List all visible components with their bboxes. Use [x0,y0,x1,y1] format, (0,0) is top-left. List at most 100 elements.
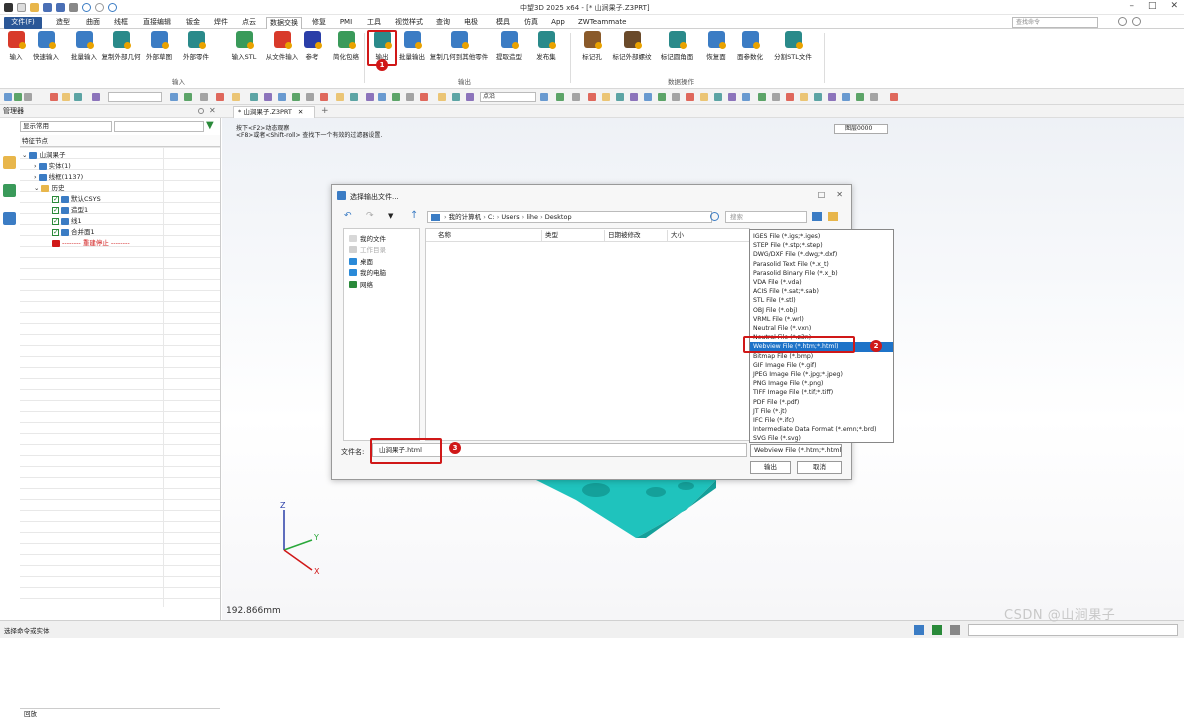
view-tab-icon[interactable] [3,212,16,225]
toolbar-icon-28[interactable] [540,93,548,101]
ribbon-button-9[interactable]: 简化包络 [331,31,361,61]
tree-node[interactable]: › 线框(1137) [34,172,83,183]
toolbar-icon-49[interactable] [842,93,850,101]
manager-tab-icon[interactable] [3,156,16,169]
expand-icon[interactable]: ⌄ [22,150,27,161]
ribbon-button-7[interactable]: 从文件输入 [266,31,298,61]
ribbon-button-16[interactable]: 标记外部螺纹 [613,31,652,61]
filetype-option[interactable]: PNG Image File (*.png) [753,379,823,388]
filetype-option[interactable]: PDF File (*.pdf) [753,398,799,407]
menu-tab-12[interactable]: 视觉样式 [392,17,426,29]
menu-tab-3[interactable]: 线框 [110,17,132,29]
save-all-icon[interactable] [56,3,65,12]
toolbar-icon-27[interactable] [466,93,474,101]
toolbar-icon-4[interactable] [62,93,70,101]
filetype-option[interactable]: VRML File (*.wrl) [753,315,804,324]
document-tab[interactable]: * 山涧果子.Z3PRT ✕ [233,106,315,118]
breadcrumb-item[interactable]: Users [501,213,519,221]
breadcrumb-item[interactable]: 我的计算机 [449,213,482,221]
save-icon[interactable] [43,3,52,12]
settings-icon[interactable] [1132,17,1141,26]
filetype-select[interactable]: Webview File (*.htm;*.html) [750,444,842,457]
menu-tab-1[interactable]: 造型 [52,17,74,29]
playback-section[interactable]: 回放 [20,708,220,719]
toolbar-icon-37[interactable] [672,93,680,101]
toolbar-icon-5[interactable] [74,93,82,101]
ribbon-button-6[interactable]: 输入STL [229,31,259,61]
output-button[interactable]: 输出 [750,461,791,474]
place-item[interactable]: 我的文件 [349,233,386,243]
breadcrumb-separator[interactable]: › [481,213,488,221]
status-icon-1[interactable] [914,625,924,635]
toolbar-icon-1[interactable] [14,93,22,101]
place-item[interactable]: 网络 [349,279,373,289]
forward-icon[interactable]: ↷ [366,211,374,221]
filetype-option[interactable]: TIFF Image File (*.tif;*.tiff) [753,388,833,397]
visibility-checkbox[interactable] [52,194,59,205]
expand-icon[interactable]: › [34,161,37,172]
menu-tab-16[interactable]: 仿真 [520,17,542,29]
toolbar-icon-30[interactable] [572,93,580,101]
menu-tab-10[interactable]: PMI [338,17,354,29]
back-icon[interactable]: ↶ [344,211,352,221]
up-icon[interactable]: ↑ [410,210,418,221]
ribbon-button-3[interactable]: 复制外部几何 [102,31,141,61]
toolbar-icon-35[interactable] [644,93,652,101]
toolbar-icon-24[interactable] [420,93,428,101]
toolbar-icon-12[interactable] [250,93,258,101]
filetype-option[interactable]: GIF Image File (*.gif) [753,361,817,370]
toolbar-icon-32[interactable] [602,93,610,101]
column-header[interactable]: 大小 [669,230,751,241]
filetype-option[interactable]: Neutral File (*.vxn) [753,324,811,333]
toolbar-icon-13[interactable] [264,93,272,101]
tree-node[interactable]: -------- 重建停止 -------- [52,238,130,249]
ribbon-button-20[interactable]: 分割STL文件 [774,31,812,61]
filetype-option[interactable]: OBJ File (*.obj) [753,306,798,315]
dialog-search-input[interactable]: 搜索 [725,211,807,223]
dialog-restore-icon[interactable]: □ [818,190,826,199]
search-command-input[interactable]: 查找命令 [1012,17,1098,28]
toolbar-icon-38[interactable] [686,93,694,101]
minimize-icon[interactable]: – [1129,1,1134,11]
toolbar-icon-51[interactable] [870,93,878,101]
print-icon[interactable] [69,3,78,12]
ribbon-button-12[interactable]: 复制几何到其他零件 [430,31,488,61]
history-dropdown-icon[interactable]: ▼ [388,212,393,220]
cancel-button[interactable]: 取消 [797,461,842,474]
tree-node[interactable]: 合并面1 [52,227,95,238]
toolbar-icon-52[interactable] [890,93,898,101]
status-icon-3[interactable] [950,625,960,635]
tree-node[interactable]: ⌄ 历史 [34,183,64,194]
toolbar-icon-22[interactable] [392,93,400,101]
filetype-option[interactable]: STL File (*.stl) [753,296,796,305]
menu-tab-18[interactable]: ZWTeammate [578,17,626,29]
close-icon[interactable]: ✕ [1170,1,1178,11]
new-file-icon[interactable] [17,3,26,12]
filter-text-input[interactable] [114,121,204,132]
help-icon[interactable] [1118,17,1127,26]
column-header[interactable]: 名称 [436,230,542,241]
toolbar-icon-42[interactable] [742,93,750,101]
tree-node[interactable]: 默认CSYS [52,194,101,205]
file-list[interactable]: 名称 类型 日期被修改 大小 [425,228,751,441]
ribbon-button-13[interactable]: 提取造型 [494,31,524,61]
tree-node[interactable]: 线1 [52,216,82,227]
filetype-option[interactable]: JT File (*.jt) [753,407,787,416]
filetype-option[interactable]: Parasolid Text File (*.x_t) [753,260,829,269]
tree-node[interactable]: ⌄ 山涧果子 [22,150,65,161]
toolbar-icon-34[interactable] [630,93,638,101]
undo-icon[interactable] [82,3,91,12]
toolbar-icon-39[interactable] [700,93,708,101]
toolbar-icon-33[interactable] [616,93,624,101]
ribbon-button-2[interactable]: 批量输入 [69,31,99,61]
place-item[interactable]: 桌面 [349,256,373,266]
refresh-icon[interactable] [108,3,117,12]
toolbar-icon-2[interactable] [24,93,32,101]
toolbar-icon-9[interactable] [200,93,208,101]
menu-tab-4[interactable]: 直接编辑 [138,17,176,29]
toolbar-icon-36[interactable] [658,93,666,101]
toolbar-icon-21[interactable] [378,93,386,101]
toolbar-icon-25[interactable] [438,93,446,101]
toolbar-icon-3[interactable] [50,93,58,101]
column-header[interactable]: 类型 [543,230,605,241]
